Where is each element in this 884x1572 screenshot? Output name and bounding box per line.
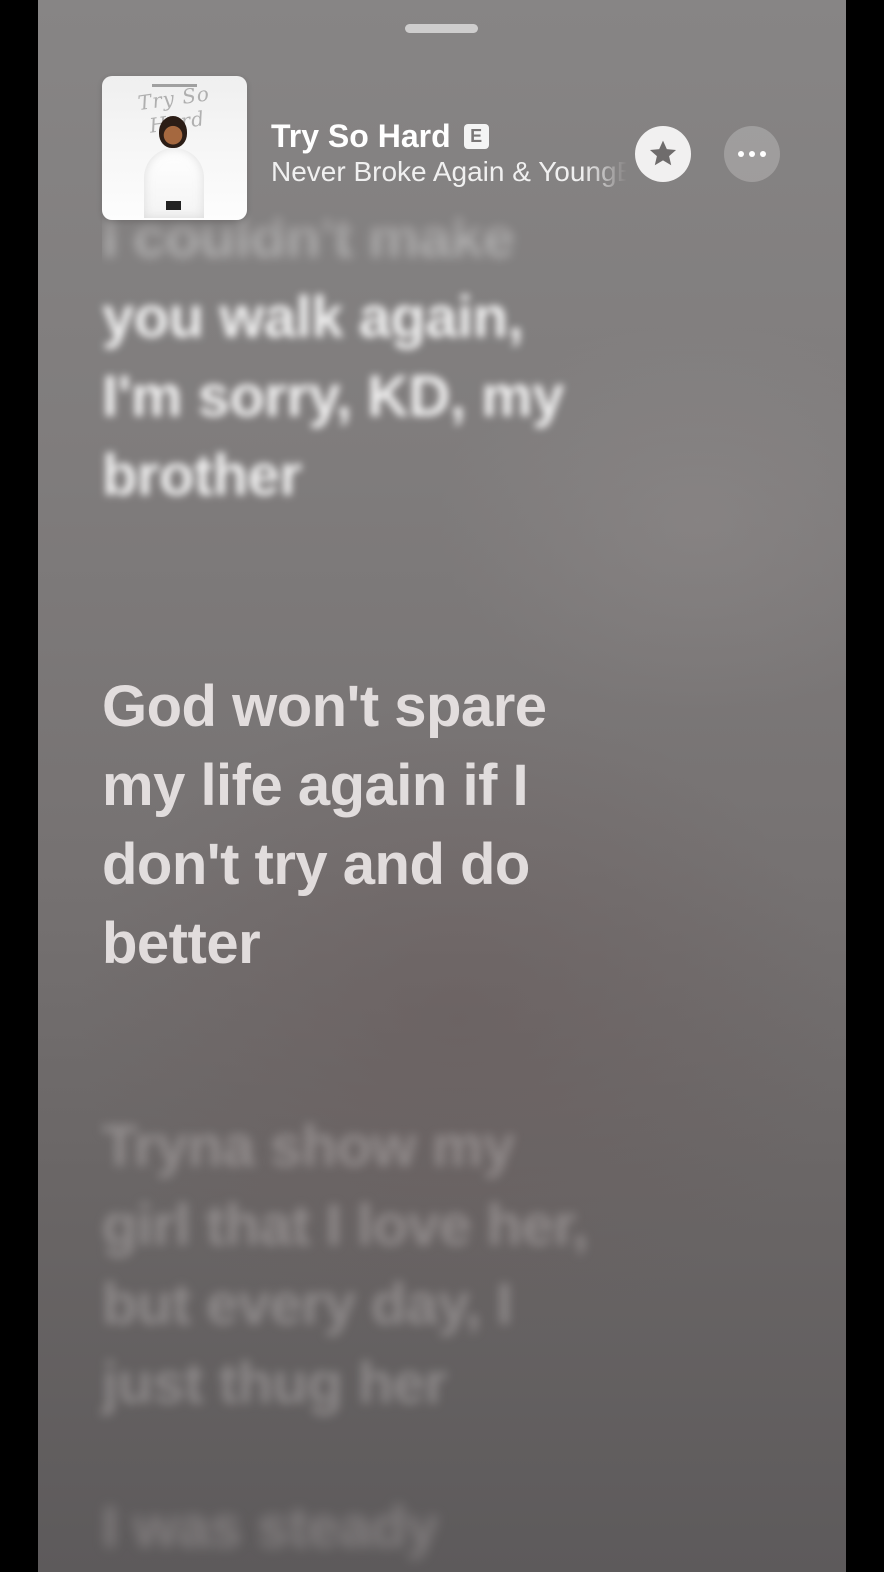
more-options-button[interactable]	[724, 126, 780, 182]
ellipsis-icon	[738, 151, 766, 157]
lyric-line-previous-faded[interactable]: I couldn't make	[102, 198, 702, 277]
lyrics-sheet: Try So Hard Try So Hard E Never Broke Ag…	[38, 0, 846, 1572]
lyric-line-upcoming[interactable]: I was steady	[102, 1488, 702, 1567]
lyric-text: but every day, I	[102, 1272, 512, 1337]
lyric-line-next[interactable]: Tryna show my girl that I love her, but …	[102, 1107, 702, 1423]
lyric-text: you walk again,	[102, 285, 524, 350]
song-title[interactable]: Try So Hard	[271, 118, 451, 155]
star-icon	[649, 140, 677, 166]
lyric-line-active[interactable]: God won't spare my life again if I don't…	[102, 667, 702, 983]
lyric-text: Tryna show my	[102, 1114, 515, 1179]
lyric-text: brother	[102, 443, 302, 508]
lyric-text: I'm sorry, KD, my	[102, 364, 564, 429]
sheet-grabber-handle[interactable]	[405, 24, 478, 33]
lyric-text: I couldn't make	[102, 205, 515, 270]
lyric-line-previous[interactable]: you walk again, I'm sorry, KD, my brothe…	[102, 278, 702, 515]
lyric-text: God won't spare	[102, 674, 547, 739]
lyric-text: just thug her	[102, 1351, 447, 1416]
lyric-text: better	[102, 911, 261, 976]
artwork-figure-head	[159, 116, 187, 148]
lyric-text: I was steady	[102, 1495, 438, 1560]
artist-name[interactable]: Never Broke Again & YoungBoy Never Broke…	[271, 156, 627, 188]
lyric-text: girl that I love her,	[102, 1193, 588, 1258]
lyric-text: my life again if I	[102, 753, 529, 818]
lyric-text: don't try and do	[102, 832, 530, 897]
favorite-button[interactable]	[635, 126, 691, 182]
explicit-badge: E	[463, 123, 489, 149]
song-title-row: Try So Hard E	[271, 116, 489, 156]
